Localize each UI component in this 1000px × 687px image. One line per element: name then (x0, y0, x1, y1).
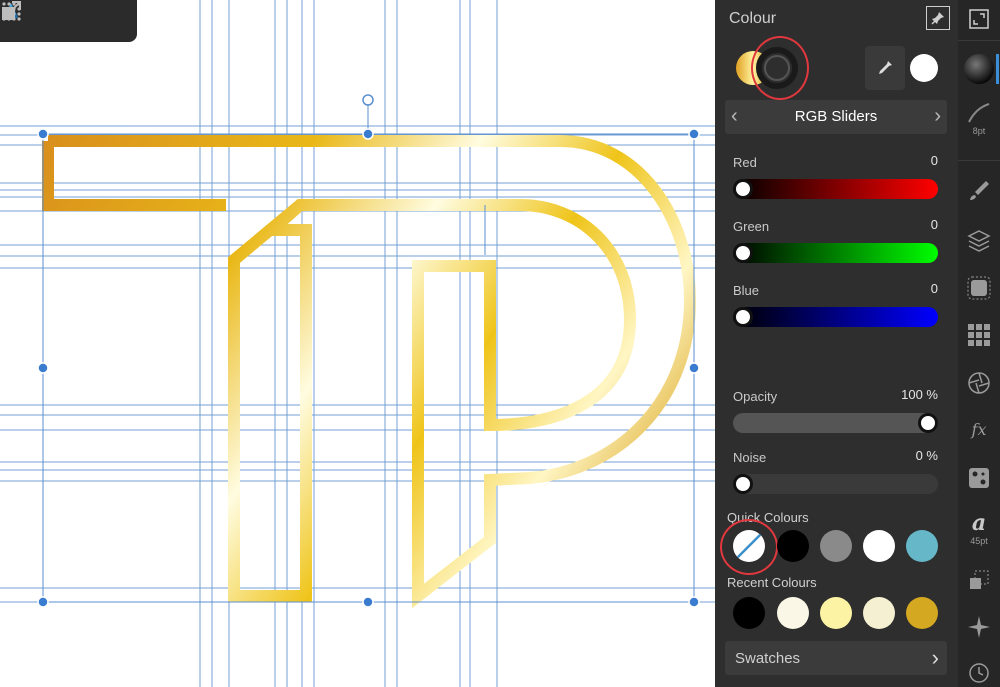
chevron-right-icon[interactable]: › (934, 106, 941, 126)
highlight-ring-wells (751, 36, 809, 100)
highlight-ring-none (720, 519, 778, 575)
recent-colour-1[interactable] (733, 597, 765, 629)
navigator-icon[interactable] (958, 614, 1000, 640)
red-value: 0 (930, 153, 938, 168)
picked-colour-well[interactable] (910, 54, 938, 82)
quick-colour-white[interactable] (863, 530, 895, 562)
recent-colours-label: Recent Colours (727, 575, 817, 590)
fullscreen-icon[interactable] (958, 8, 1000, 30)
quick-colour-teal[interactable] (906, 530, 938, 562)
blue-slider-knob[interactable] (733, 307, 753, 327)
layers-icon[interactable] (958, 228, 1000, 254)
green-slider[interactable] (733, 243, 938, 263)
quick-colour-black[interactable] (777, 530, 809, 562)
red-label: Red (733, 155, 757, 170)
recent-colour-5[interactable] (906, 597, 938, 629)
eyedropper-icon[interactable] (865, 46, 905, 90)
noise-label: Noise (733, 450, 767, 465)
tp-lettering (42, 134, 697, 609)
export-persona-icon[interactable] (2, 1, 126, 34)
green-value: 0 (930, 217, 938, 232)
guides (0, 0, 715, 687)
red-slider-knob[interactable] (733, 179, 753, 199)
transparency-icon[interactable] (958, 370, 1000, 396)
transform-icon[interactable] (958, 568, 1000, 592)
swatches-grid-icon[interactable] (958, 322, 1000, 348)
brush-size-label: 8pt (972, 126, 986, 136)
swatches-label: Swatches (735, 650, 801, 667)
green-label: Green (733, 219, 770, 234)
swatches-button[interactable]: Swatches › (725, 641, 947, 675)
pin-icon[interactable] (926, 6, 950, 30)
green-slider-knob[interactable] (733, 243, 753, 263)
colour-panel: Colour ‹ RGB Sliders › Red 0 Green 0 Blu… (715, 0, 958, 687)
history-icon[interactable] (958, 662, 1000, 684)
panel-title: Colour (729, 10, 777, 27)
noise-slider-knob[interactable] (733, 474, 753, 494)
red-slider[interactable] (733, 179, 938, 199)
stroke-width-icon[interactable]: 8pt (958, 100, 1000, 136)
rotation-handle (362, 94, 374, 106)
grid-icon[interactable] (2, 2, 80, 34)
quick-colour-grey[interactable] (820, 530, 852, 562)
opacity-value: 100 % (901, 387, 938, 402)
selection-bounds (42, 100, 695, 603)
top-toolbar (0, 0, 137, 42)
recent-colour-4[interactable] (863, 597, 895, 629)
chevron-right-icon: › (931, 645, 939, 670)
brushes-icon[interactable] (958, 178, 1000, 204)
text-styles-icon[interactable]: a 45pt (958, 510, 1000, 546)
document-canvas[interactable] (0, 0, 715, 687)
effects-icon[interactable]: fx (958, 420, 1000, 439)
font-size-label: 45pt (970, 536, 988, 546)
opacity-label: Opacity (733, 389, 778, 404)
recent-colour-3[interactable] (820, 597, 852, 629)
blue-value: 0 (930, 281, 938, 296)
recent-colour-2[interactable] (777, 597, 809, 629)
blue-slider[interactable] (733, 307, 938, 327)
studio-strip: 8pt fx a 45pt (958, 0, 1000, 687)
styles-icon[interactable] (958, 466, 1000, 490)
colour-mode-selector[interactable]: ‹ RGB Sliders › (725, 100, 947, 134)
noise-slider[interactable] (733, 474, 938, 494)
blue-label: Blue (733, 283, 760, 298)
noise-value: 0 % (915, 448, 938, 463)
opacity-slider[interactable] (733, 413, 938, 433)
appearance-icon[interactable] (958, 275, 1000, 301)
colour-studio-icon[interactable] (958, 52, 1000, 86)
colour-mode-label: RGB Sliders (794, 108, 878, 125)
artwork[interactable] (0, 0, 715, 687)
opacity-slider-knob[interactable] (918, 413, 938, 433)
